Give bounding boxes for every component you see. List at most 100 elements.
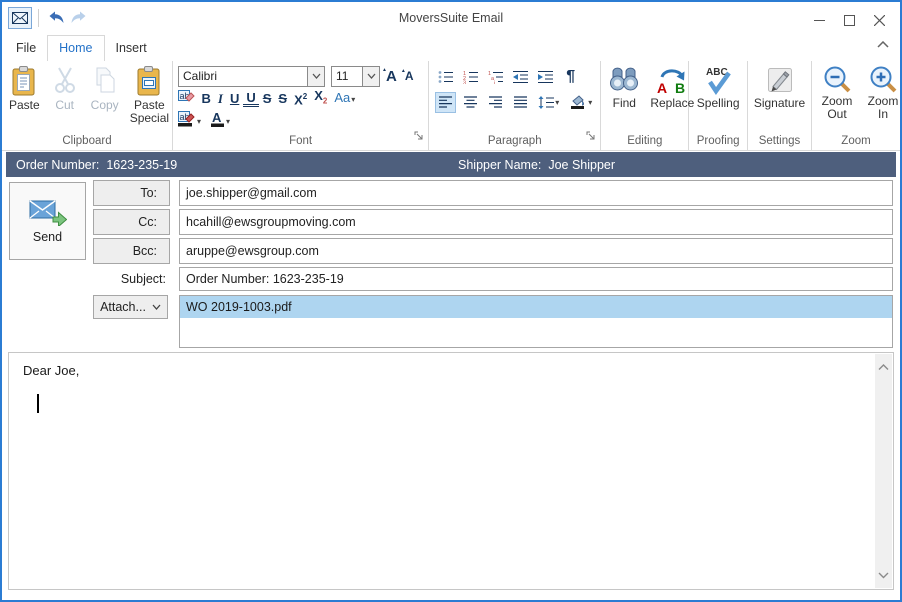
maximize-button[interactable] xyxy=(834,9,864,31)
group-zoom: Zoom Out Zoom In Zoom xyxy=(812,61,900,150)
paste-special-button[interactable]: Paste Special xyxy=(125,63,174,133)
svg-text:i: i xyxy=(494,81,495,85)
group-editing: Find A B Replace Editing xyxy=(601,61,689,150)
bcc-button[interactable]: Bcc: xyxy=(93,238,170,264)
shrink-font-button[interactable]: ▲A xyxy=(401,69,418,83)
to-field[interactable]: joe.shipper@gmail.com xyxy=(179,180,893,206)
tab-home[interactable]: Home xyxy=(47,35,104,61)
line-spacing-button[interactable]: ▾ xyxy=(535,92,562,113)
copy-button[interactable]: Copy xyxy=(85,63,125,133)
minimize-button[interactable] xyxy=(804,9,834,31)
multilevel-list-button[interactable]: 1ai xyxy=(485,67,506,88)
tab-insert[interactable]: Insert xyxy=(105,36,158,61)
compose-form: Send To: joe.shipper@gmail.com Cc: hcahi… xyxy=(2,180,900,352)
grow-font-button[interactable]: ▲A xyxy=(382,68,401,85)
close-button[interactable] xyxy=(864,9,894,31)
cut-button[interactable]: Cut xyxy=(45,63,85,133)
zoom-out-icon xyxy=(822,65,852,93)
bcc-field[interactable]: aruppe@ewsgroup.com xyxy=(179,238,893,264)
justify-button[interactable] xyxy=(510,92,531,113)
underline-button[interactable]: U xyxy=(226,90,242,108)
double-underline-button[interactable]: U xyxy=(243,91,259,107)
strikethrough-button[interactable]: S xyxy=(259,90,275,108)
font-color-letter: A xyxy=(212,111,222,125)
paste-button[interactable]: Paste xyxy=(4,63,45,133)
highlight-button[interactable]: ab xyxy=(178,111,196,132)
shading-button[interactable]: ▾ xyxy=(566,92,596,113)
numbering-button[interactable]: 123 xyxy=(460,67,481,88)
decrease-indent-button[interactable] xyxy=(510,67,531,88)
align-right-button[interactable] xyxy=(485,92,506,113)
increase-indent-icon xyxy=(537,70,554,84)
zoom-out-button[interactable]: Zoom Out xyxy=(814,63,860,133)
decrease-indent-icon xyxy=(512,70,529,84)
tab-file[interactable]: File xyxy=(5,36,47,61)
order-info-bar: Order Number: 1623-235-19 Shipper Name: … xyxy=(6,152,896,177)
numbering-icon: 123 xyxy=(463,70,479,84)
font-dialog-launcher[interactable] xyxy=(414,128,424,146)
show-marks-button[interactable]: ¶ xyxy=(560,67,581,88)
movers-suite-email-window: MoversSuite Email File Home Insert xyxy=(0,0,902,602)
scroll-down-icon[interactable] xyxy=(878,566,889,584)
attach-button[interactable]: Attach... xyxy=(93,295,168,319)
subject-label: Subject: xyxy=(93,267,170,291)
send-button[interactable]: Send xyxy=(9,182,86,260)
paste-special-icon xyxy=(134,65,164,97)
paragraph-dialog-launcher[interactable] xyxy=(586,128,596,146)
double-strikethrough-button[interactable]: S xyxy=(275,90,291,108)
spelling-icon: ABC xyxy=(701,65,735,95)
font-color-dropdown[interactable]: ▾ xyxy=(226,117,230,126)
signature-button[interactable]: Signature xyxy=(749,63,810,133)
title-bar: MoversSuite Email xyxy=(2,2,900,33)
attachment-item[interactable]: WO 2019-1003.pdf xyxy=(180,296,892,318)
find-button[interactable]: Find xyxy=(603,63,645,133)
ribbon-tabs: File Home Insert xyxy=(2,33,900,61)
window-title: MoversSuite Email xyxy=(2,11,900,25)
paste-icon xyxy=(9,65,39,97)
highlight-dropdown[interactable]: ▾ xyxy=(197,117,201,126)
justify-icon xyxy=(514,96,528,108)
font-family-combo[interactable]: Calibri xyxy=(178,66,325,87)
group-proofing: ABC Spelling Proofing xyxy=(689,61,748,150)
bold-button[interactable]: B xyxy=(198,90,214,108)
attach-dropdown-icon xyxy=(152,304,161,310)
body-scrollbar[interactable] xyxy=(875,354,892,588)
font-size-dropdown[interactable] xyxy=(362,67,379,86)
message-body[interactable]: Dear Joe, xyxy=(8,352,894,590)
scroll-up-icon[interactable] xyxy=(878,358,889,376)
collapse-ribbon-button[interactable] xyxy=(877,35,889,53)
send-icon xyxy=(29,198,67,226)
ribbon: Paste Cut Copy xyxy=(2,61,900,151)
clipboard-group-label: Clipboard xyxy=(2,135,172,147)
italic-button[interactable]: I xyxy=(214,90,226,108)
zoom-in-button[interactable]: Zoom In xyxy=(860,63,902,133)
subject-field[interactable]: Order Number: 1623-235-19 xyxy=(179,267,893,291)
increase-indent-button[interactable] xyxy=(535,67,556,88)
signature-icon xyxy=(765,65,795,95)
to-button[interactable]: To: xyxy=(93,180,170,206)
font-color-button[interactable]: A xyxy=(210,111,225,132)
svg-text:3: 3 xyxy=(463,81,466,85)
superscript-button[interactable]: X2 xyxy=(291,88,311,109)
align-left-button[interactable] xyxy=(435,92,456,113)
font-color-icon: A xyxy=(210,111,225,127)
change-case-button[interactable]: Aa▾ xyxy=(331,89,359,109)
highlight-icon: ab xyxy=(178,111,196,127)
align-left-icon xyxy=(439,96,453,108)
font-family-dropdown[interactable] xyxy=(307,67,324,86)
cc-button[interactable]: Cc: xyxy=(93,209,170,235)
zoom-in-icon xyxy=(868,65,898,93)
font-size-combo[interactable]: 11 xyxy=(331,66,380,87)
subscript-button[interactable]: X2 xyxy=(311,87,331,111)
settings-group-label: Settings xyxy=(748,135,811,147)
attachment-list: WO 2019-1003.pdf xyxy=(179,295,893,348)
align-center-button[interactable] xyxy=(460,92,481,113)
clear-formatting-button[interactable]: ab xyxy=(178,89,195,109)
bullets-icon xyxy=(438,70,454,84)
clear-formatting-icon: ab xyxy=(178,89,195,104)
cut-icon xyxy=(50,65,80,97)
bullets-button[interactable] xyxy=(435,67,456,88)
spelling-button[interactable]: ABC Spelling xyxy=(692,63,745,133)
group-paragraph: 123 1ai xyxy=(429,61,601,150)
cc-field[interactable]: hcahill@ewsgroupmoving.com xyxy=(179,209,893,235)
